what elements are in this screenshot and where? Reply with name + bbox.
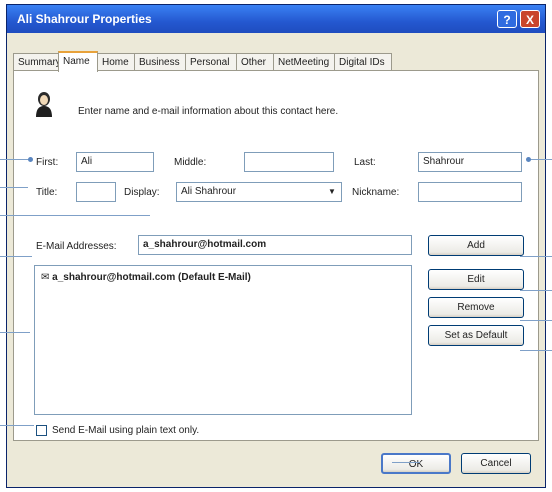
callout-line bbox=[0, 256, 32, 257]
plain-text-label: Send E-Mail using plain text only. bbox=[52, 425, 200, 436]
edit-button[interactable]: Edit bbox=[428, 269, 524, 290]
email-list-item-text: a_shahrour@hotmail.com (Default E-Mail) bbox=[52, 272, 251, 283]
tab-personal[interactable]: Personal bbox=[185, 53, 237, 71]
cancel-button[interactable]: Cancel bbox=[461, 453, 531, 474]
tab-name[interactable]: Name bbox=[58, 51, 98, 72]
title-label: Title: bbox=[36, 187, 58, 198]
title-field[interactable] bbox=[76, 182, 116, 202]
tab-netmeeting[interactable]: NetMeeting bbox=[273, 53, 335, 71]
callout-line bbox=[0, 215, 150, 216]
middle-name-field[interactable] bbox=[244, 152, 334, 172]
email-input[interactable]: a_shahrour@hotmail.com bbox=[138, 235, 412, 255]
first-name-field[interactable]: Ali bbox=[76, 152, 154, 172]
callout-line bbox=[520, 256, 552, 257]
contact-person-icon bbox=[36, 92, 52, 117]
last-name-field[interactable]: Shahrour bbox=[418, 152, 522, 172]
title-bar[interactable]: Ali Shahrour Properties ? X bbox=[7, 5, 545, 33]
ok-button[interactable]: OK bbox=[381, 453, 451, 474]
email-entry-icon: ✉ bbox=[41, 272, 50, 283]
tab-digital-ids[interactable]: Digital IDs bbox=[334, 53, 392, 71]
callout-line bbox=[0, 332, 30, 333]
help-button[interactable]: ? bbox=[497, 10, 517, 28]
tab-summary[interactable]: Summary bbox=[13, 53, 61, 71]
tab-other[interactable]: Other bbox=[236, 53, 274, 71]
add-button[interactable]: Add bbox=[428, 235, 524, 256]
name-tab-panel: Enter name and e-mail information about … bbox=[13, 70, 539, 441]
list-item[interactable]: ✉ a_shahrour@hotmail.com (Default E-Mail… bbox=[41, 272, 251, 283]
tab-business[interactable]: Business bbox=[134, 53, 186, 71]
callout-line bbox=[0, 425, 34, 426]
display-select[interactable]: Ali Shahrour ▼ bbox=[176, 182, 342, 202]
callout-dot bbox=[28, 157, 33, 162]
window-title: Ali Shahrour Properties bbox=[17, 12, 152, 26]
email-addresses-label: E-Mail Addresses: bbox=[36, 241, 117, 252]
callout-line bbox=[520, 350, 552, 351]
nickname-label: Nickname: bbox=[352, 187, 400, 198]
close-button[interactable]: X bbox=[520, 10, 540, 28]
email-address-list[interactable]: ✉ a_shahrour@hotmail.com (Default E-Mail… bbox=[34, 265, 412, 415]
remove-button[interactable]: Remove bbox=[428, 297, 524, 318]
chevron-down-icon[interactable]: ▼ bbox=[325, 183, 339, 201]
display-select-value: Ali Shahrour bbox=[181, 186, 237, 197]
display-label: Display: bbox=[124, 187, 160, 198]
nickname-field[interactable] bbox=[418, 182, 522, 202]
callout-line bbox=[520, 290, 552, 291]
callout-dot bbox=[526, 157, 531, 162]
tab-strip: Summary Name Home Business Personal Othe… bbox=[13, 51, 539, 72]
middle-name-label: Middle: bbox=[174, 157, 207, 168]
callout-line bbox=[0, 187, 28, 188]
set-as-default-button[interactable]: Set as Default bbox=[428, 325, 524, 346]
first-name-label: First: bbox=[36, 157, 59, 168]
tab-home[interactable]: Home bbox=[97, 53, 135, 71]
properties-dialog: Ali Shahrour Properties ? X Summary Name… bbox=[6, 4, 546, 488]
callout-line bbox=[530, 159, 552, 160]
last-name-label: Last: bbox=[354, 157, 376, 168]
intro-text: Enter name and e-mail information about … bbox=[78, 106, 339, 117]
callout-line bbox=[520, 320, 552, 321]
callout-line bbox=[392, 462, 420, 463]
plain-text-checkbox[interactable] bbox=[36, 425, 47, 436]
